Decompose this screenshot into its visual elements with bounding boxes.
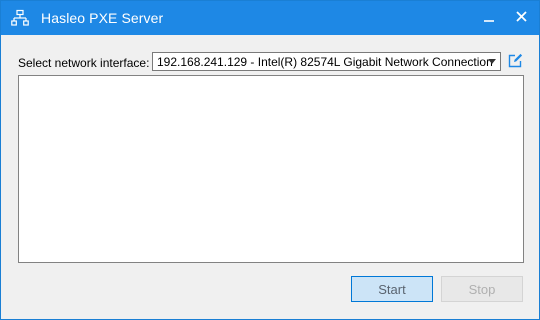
window-title: Hasleo PXE Server: [41, 10, 164, 26]
title-bar[interactable]: Hasleo PXE Server: [1, 1, 539, 35]
close-button[interactable]: [505, 1, 537, 35]
minimize-button[interactable]: [473, 1, 505, 35]
minimize-icon: [484, 9, 494, 27]
network-interface-label: Select network interface:: [18, 56, 150, 70]
edit-interface-button[interactable]: [506, 52, 524, 70]
close-icon: [515, 9, 527, 27]
stop-button[interactable]: Stop: [441, 276, 523, 302]
chevron-down-icon: [488, 59, 496, 64]
log-output-area[interactable]: [18, 75, 524, 263]
network-icon: [11, 9, 29, 27]
edit-icon: [506, 53, 524, 74]
start-button[interactable]: Start: [351, 276, 433, 302]
network-interface-select[interactable]: 192.168.241.129 - Intel(R) 82574L Gigabi…: [152, 52, 501, 71]
app-window: Hasleo PXE Server Select network interfa…: [0, 0, 540, 320]
selected-interface-value: 192.168.241.129 - Intel(R) 82574L Gigabi…: [157, 55, 493, 69]
